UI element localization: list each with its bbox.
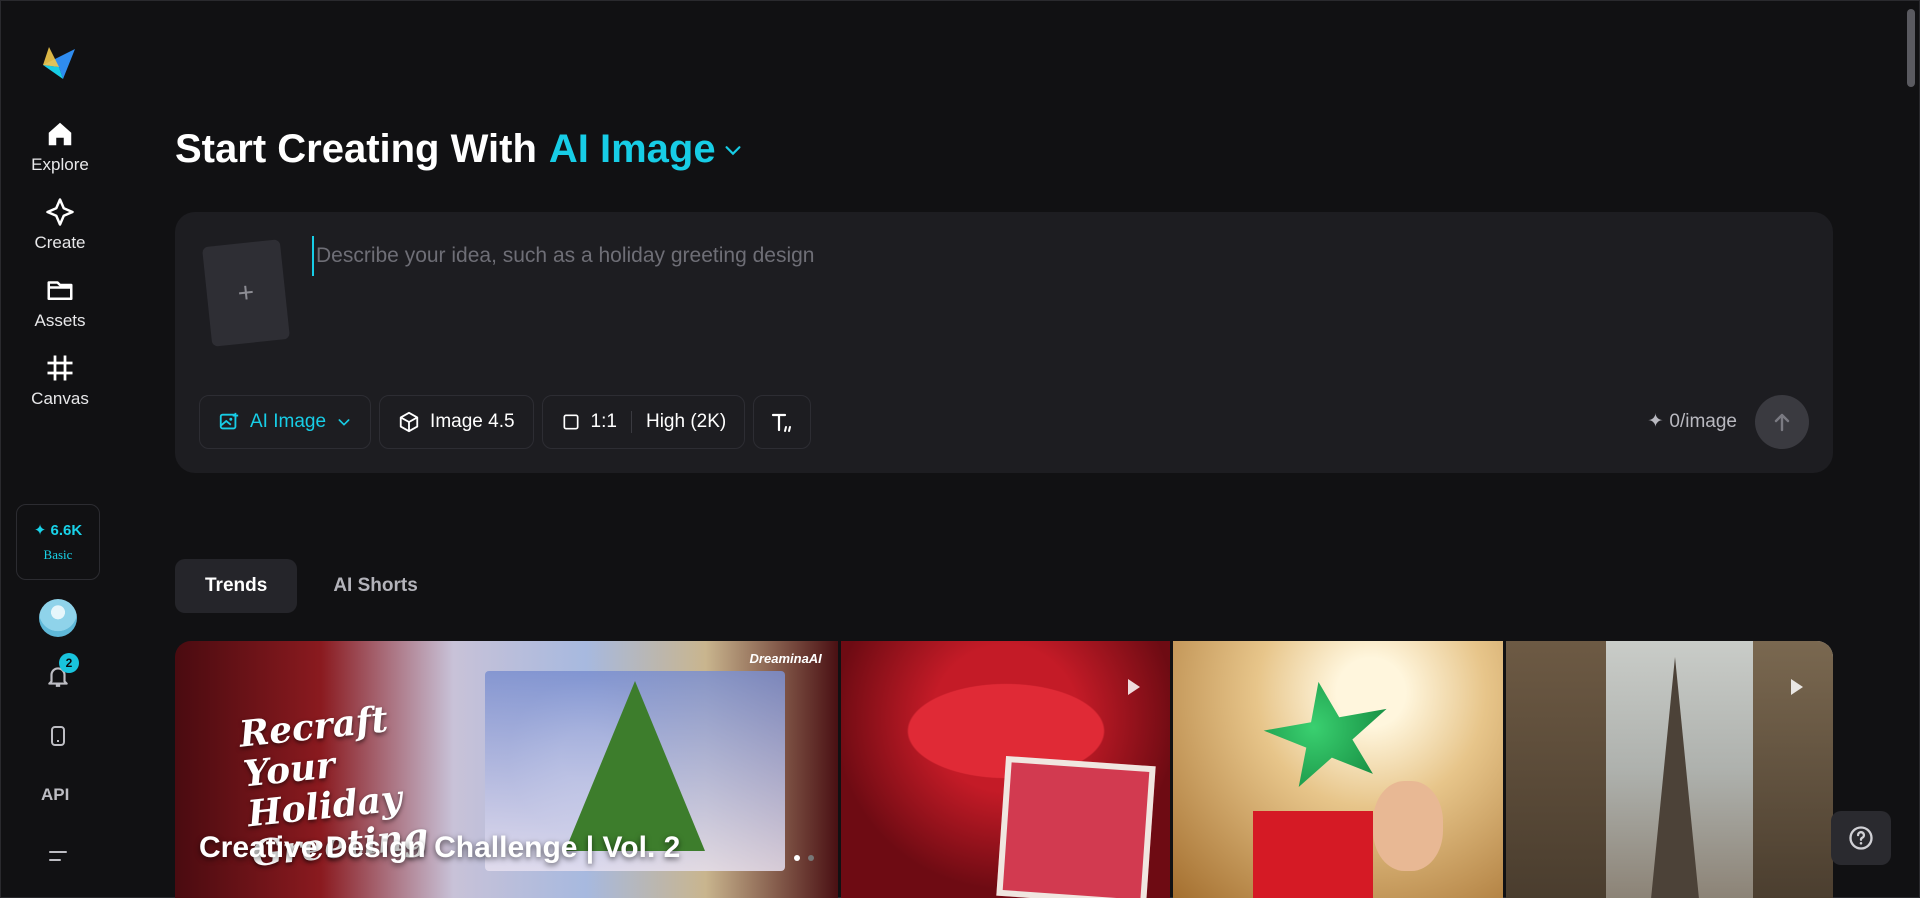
play-icon (1791, 679, 1804, 695)
square-icon (563, 414, 579, 430)
ratio-quality-selector[interactable]: 1:1 High (2K) (541, 395, 746, 449)
plus-icon: + (236, 276, 256, 309)
prompt-input[interactable] (312, 236, 1792, 276)
nav-canvas-label: Canvas (31, 389, 89, 408)
menu-icon (49, 851, 67, 861)
phone-icon (51, 726, 65, 746)
notifications-button[interactable]: 2 (41, 653, 79, 693)
avatar[interactable] (39, 599, 77, 637)
mode-dropdown-label: AI Image (250, 411, 327, 432)
help-button[interactable] (1831, 811, 1891, 865)
star-balloon-artwork (1255, 671, 1402, 802)
title-prefix: Start Creating With (175, 127, 537, 171)
carousel-dot[interactable] (807, 855, 814, 861)
gallery-card-paris[interactable] (1505, 641, 1833, 898)
trends-gallery: Recraft Your Holiday Greeting DreaminaAI… (175, 641, 1833, 898)
nav-create-label: Create (34, 233, 86, 252)
christmas-frame-artwork (996, 755, 1156, 898)
carousel-dot[interactable] (793, 855, 800, 861)
content-tabs: Trends AI Shorts (175, 559, 448, 613)
tab-ai-shorts[interactable]: AI Shorts (303, 559, 447, 613)
model-label: Image 4.5 (430, 411, 515, 432)
scrollbar[interactable] (1907, 9, 1915, 87)
text-style-button[interactable] (753, 395, 812, 449)
model-selector[interactable]: Image 4.5 (379, 395, 534, 449)
sparkle-icon (46, 198, 74, 226)
quality-label: High (2K) (645, 411, 727, 432)
brand-watermark: DreaminaAI (749, 651, 822, 666)
generate-button[interactable] (1755, 395, 1809, 449)
carousel-dots[interactable] (793, 855, 814, 861)
prompt-panel: + AI Image Image 4.5 1:1 High (2K) (175, 212, 1833, 473)
portrait-artwork (1373, 781, 1444, 871)
gift-box-artwork (1253, 811, 1374, 898)
nav-explore-label: Explore (31, 155, 89, 174)
generation-toolbar: AI Image Image 4.5 1:1 High (2K) (199, 395, 812, 449)
canvas-icon (47, 355, 73, 381)
cost-indicator: ✦ 0/image (1647, 410, 1737, 433)
featured-banner[interactable]: Recraft Your Holiday Greeting DreaminaAI… (175, 641, 838, 898)
chevron-down-icon (338, 419, 350, 426)
chevron-down-icon[interactable] (722, 139, 744, 161)
banner-tree-art (565, 681, 705, 851)
ratio-label: 1:1 (590, 411, 617, 432)
nav-canvas[interactable]: Canvas (1, 353, 119, 425)
image-plus-icon (219, 412, 239, 430)
mobile-app-button[interactable] (41, 719, 75, 753)
sidebar: Explore Create Assets Canvas ✦ 6.6K Basi… (1, 1, 119, 898)
text-icon (772, 413, 792, 432)
nav-assets[interactable]: Assets (1, 275, 119, 347)
api-link[interactable]: API (41, 785, 69, 805)
mode-selector[interactable]: AI Image (549, 127, 716, 172)
mode-dropdown[interactable]: AI Image (199, 395, 372, 449)
menu-button[interactable] (41, 839, 75, 873)
cost-label: 0/image (1669, 410, 1737, 432)
plan-label: Basic (43, 547, 73, 562)
arrow-up-icon (1774, 413, 1790, 432)
upload-reference-button[interactable]: + (201, 239, 291, 347)
notification-badge: 2 (59, 653, 79, 673)
app-window: Explore Create Assets Canvas ✦ 6.6K Basi… (0, 0, 1920, 898)
gallery-card-balloon[interactable] (1173, 641, 1503, 898)
eiffel-tower-artwork (1650, 657, 1699, 898)
credits-amount: ✦ 6.6K (33, 522, 83, 539)
gallery-card-bow[interactable] (840, 641, 1171, 898)
nav-explore[interactable]: Explore (1, 119, 119, 191)
sparkle-icon: ✦ (1647, 411, 1664, 432)
nav-assets-label: Assets (34, 311, 86, 330)
building-artwork (1505, 641, 1606, 898)
page-title: Start Creating With AI Image (175, 127, 744, 172)
home-icon (48, 122, 72, 146)
credits-widget[interactable]: ✦ 6.6K Basic (16, 504, 100, 580)
play-icon (1128, 679, 1141, 695)
help-icon (1849, 826, 1873, 850)
divider (630, 411, 632, 433)
cube-icon (399, 411, 419, 433)
nav-create[interactable]: Create (1, 197, 119, 269)
logo-icon[interactable] (39, 43, 79, 83)
banner-title: Creative Design Challenge | Vol. 2 (199, 831, 681, 864)
tab-trends[interactable]: Trends (175, 559, 298, 613)
folder-icon (47, 281, 73, 300)
